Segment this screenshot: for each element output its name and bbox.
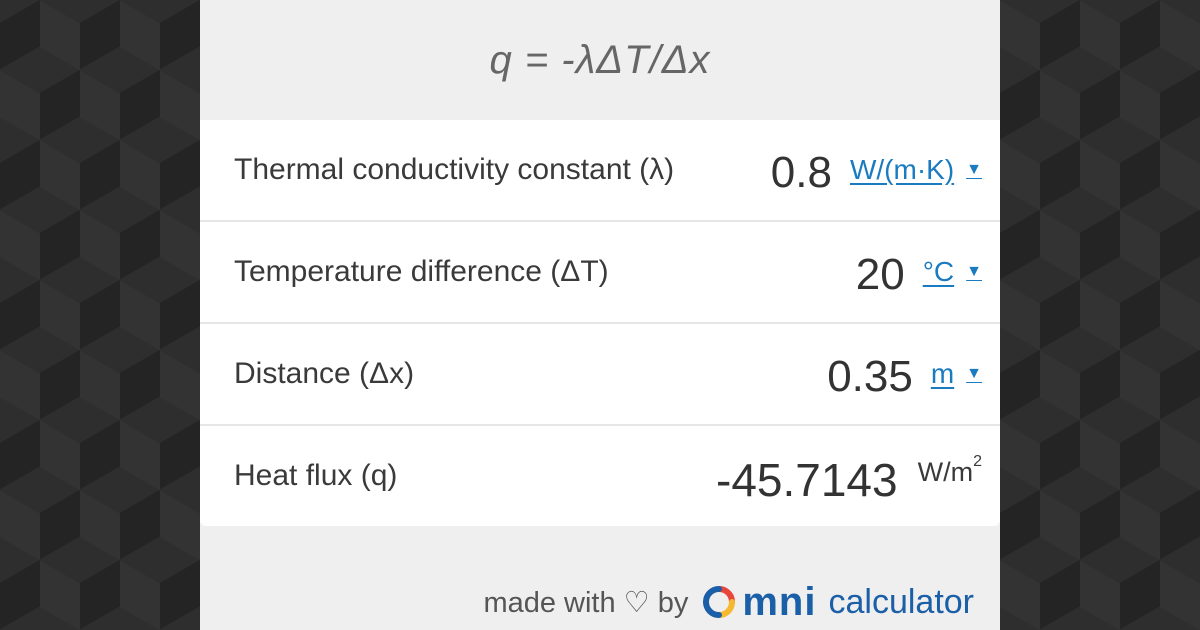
distance-unit-select[interactable]: m ▼	[931, 358, 982, 390]
temperature-difference-input[interactable]: 20	[856, 250, 905, 300]
caret-down-icon: ▼	[966, 263, 982, 280]
field-label: Thermal conductivity constant (λ)	[234, 153, 675, 186]
caret-down-icon: ▼	[966, 161, 982, 178]
made-with-text: made with ♡ by	[483, 586, 689, 619]
unit-label: m	[930, 358, 955, 389]
omni-o-icon	[703, 586, 736, 618]
temperature-difference-unit-select[interactable]: °C ▼	[923, 256, 982, 288]
field-label: Heat flux (q)	[234, 459, 398, 492]
heat-flux-unit: W/m2	[917, 453, 982, 488]
heat-flux-result[interactable]: -45.7143	[716, 453, 898, 507]
unit-label: W/(m·K)	[849, 154, 955, 185]
field-label: Distance (Δx)	[234, 357, 415, 390]
calculator-card: q = -λΔT/Δx Thermal conductivity constan…	[200, 0, 1000, 630]
brand-suffix: calculator	[828, 582, 974, 621]
row-distance: Distance (Δx) 0.35 m ▼	[200, 322, 1000, 424]
caret-down-icon: ▼	[966, 365, 982, 382]
thermal-conductivity-unit-select[interactable]: W/(m·K) ▼	[850, 154, 982, 186]
unit-label: °C	[922, 256, 955, 287]
row-heat-flux: Heat flux (q) -45.7143 W/m2	[200, 424, 1000, 526]
formula-text: q = -λΔT/Δx	[489, 37, 711, 82]
brand-word: mni	[742, 579, 817, 624]
thermal-conductivity-input[interactable]: 0.8	[771, 148, 832, 198]
field-label: Temperature difference (ΔT)	[234, 255, 609, 288]
omni-calculator-logo[interactable]: mni calculator	[702, 579, 974, 624]
row-thermal-conductivity: Thermal conductivity constant (λ) 0.8 W/…	[200, 120, 1000, 220]
formula-header: q = -λΔT/Δx	[200, 0, 1000, 120]
unit-label: W/m	[917, 456, 974, 487]
calculator-rows: Thermal conductivity constant (λ) 0.8 W/…	[200, 120, 1000, 526]
footer: made with ♡ by mni calculator	[200, 579, 1000, 624]
distance-input[interactable]: 0.35	[827, 352, 913, 402]
row-temperature-difference: Temperature difference (ΔT) 20 °C ▼	[200, 220, 1000, 322]
unit-superscript: 2	[973, 452, 982, 470]
